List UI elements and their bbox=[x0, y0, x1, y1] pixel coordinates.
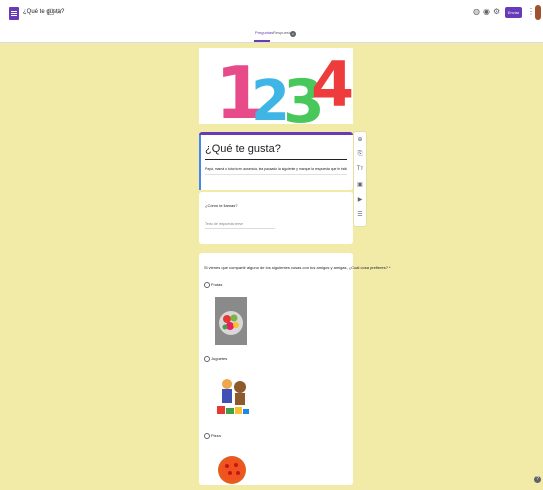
option-label: Juguetes bbox=[211, 356, 228, 361]
option-label: Frutas bbox=[211, 282, 223, 287]
import-questions-icon[interactable]: ⎘ bbox=[356, 151, 364, 158]
selected-card-indicator bbox=[199, 135, 201, 190]
svg-text:4: 4 bbox=[311, 48, 353, 121]
avatar[interactable] bbox=[535, 5, 541, 20]
radio-option-fruits[interactable] bbox=[204, 282, 210, 288]
add-section-icon[interactable]: ☰ bbox=[356, 211, 364, 218]
form-title[interactable]: ¿Qué te gusta? bbox=[205, 143, 281, 155]
active-tab-indicator bbox=[254, 40, 270, 42]
forms-logo-icon[interactable] bbox=[9, 7, 19, 20]
short-answer-underline bbox=[205, 228, 275, 229]
header-image: 1 2 3 4 bbox=[199, 48, 354, 137]
tab-questions[interactable]: Preguntas bbox=[255, 30, 273, 35]
add-image-icon[interactable]: ▣ bbox=[356, 181, 364, 188]
pizza-image bbox=[215, 448, 249, 485]
toys-image bbox=[215, 372, 251, 422]
form-title-card[interactable] bbox=[199, 132, 353, 190]
title-underline bbox=[205, 159, 347, 160]
add-question-icon[interactable]: ⊕ bbox=[356, 136, 364, 143]
palette-icon[interactable]: ◍ bbox=[473, 7, 480, 17]
preview-icon[interactable]: ◉ bbox=[483, 7, 490, 17]
form-description[interactable]: Papá, mamá o tutor/a en ausencia, lea pa… bbox=[205, 167, 347, 171]
responses-count-badge: 2 bbox=[290, 31, 296, 37]
side-toolbar: ⊕ ⎘ Tт ▣ ▶ ☰ bbox=[354, 132, 366, 226]
question-text: ¿Cómo te llamas? bbox=[205, 203, 238, 208]
short-answer-placeholder: Texto de respuesta breve bbox=[205, 222, 244, 226]
option-label: Pizza bbox=[211, 433, 221, 438]
help-icon[interactable]: ? bbox=[534, 476, 541, 483]
question-text: Si vienes que compartir alguno de los si… bbox=[204, 265, 391, 270]
question-card-name[interactable] bbox=[199, 192, 353, 244]
star-icon[interactable]: ☆ bbox=[55, 7, 62, 17]
folder-icon[interactable]: ▢ bbox=[47, 7, 55, 17]
description-underline bbox=[205, 174, 347, 175]
radio-option-toys[interactable] bbox=[204, 356, 210, 362]
add-title-icon[interactable]: Tт bbox=[356, 166, 364, 172]
more-vert-icon[interactable]: ⋮ bbox=[527, 7, 535, 17]
settings-icon[interactable]: ⚙ bbox=[493, 7, 500, 17]
send-button[interactable]: Enviar bbox=[505, 7, 522, 18]
add-video-icon[interactable]: ▶ bbox=[356, 196, 364, 203]
numbers-banner-image: 1 2 3 4 bbox=[199, 48, 354, 137]
top-bar bbox=[0, 0, 543, 28]
fruits-image bbox=[215, 297, 247, 345]
radio-option-pizza[interactable] bbox=[204, 433, 210, 439]
